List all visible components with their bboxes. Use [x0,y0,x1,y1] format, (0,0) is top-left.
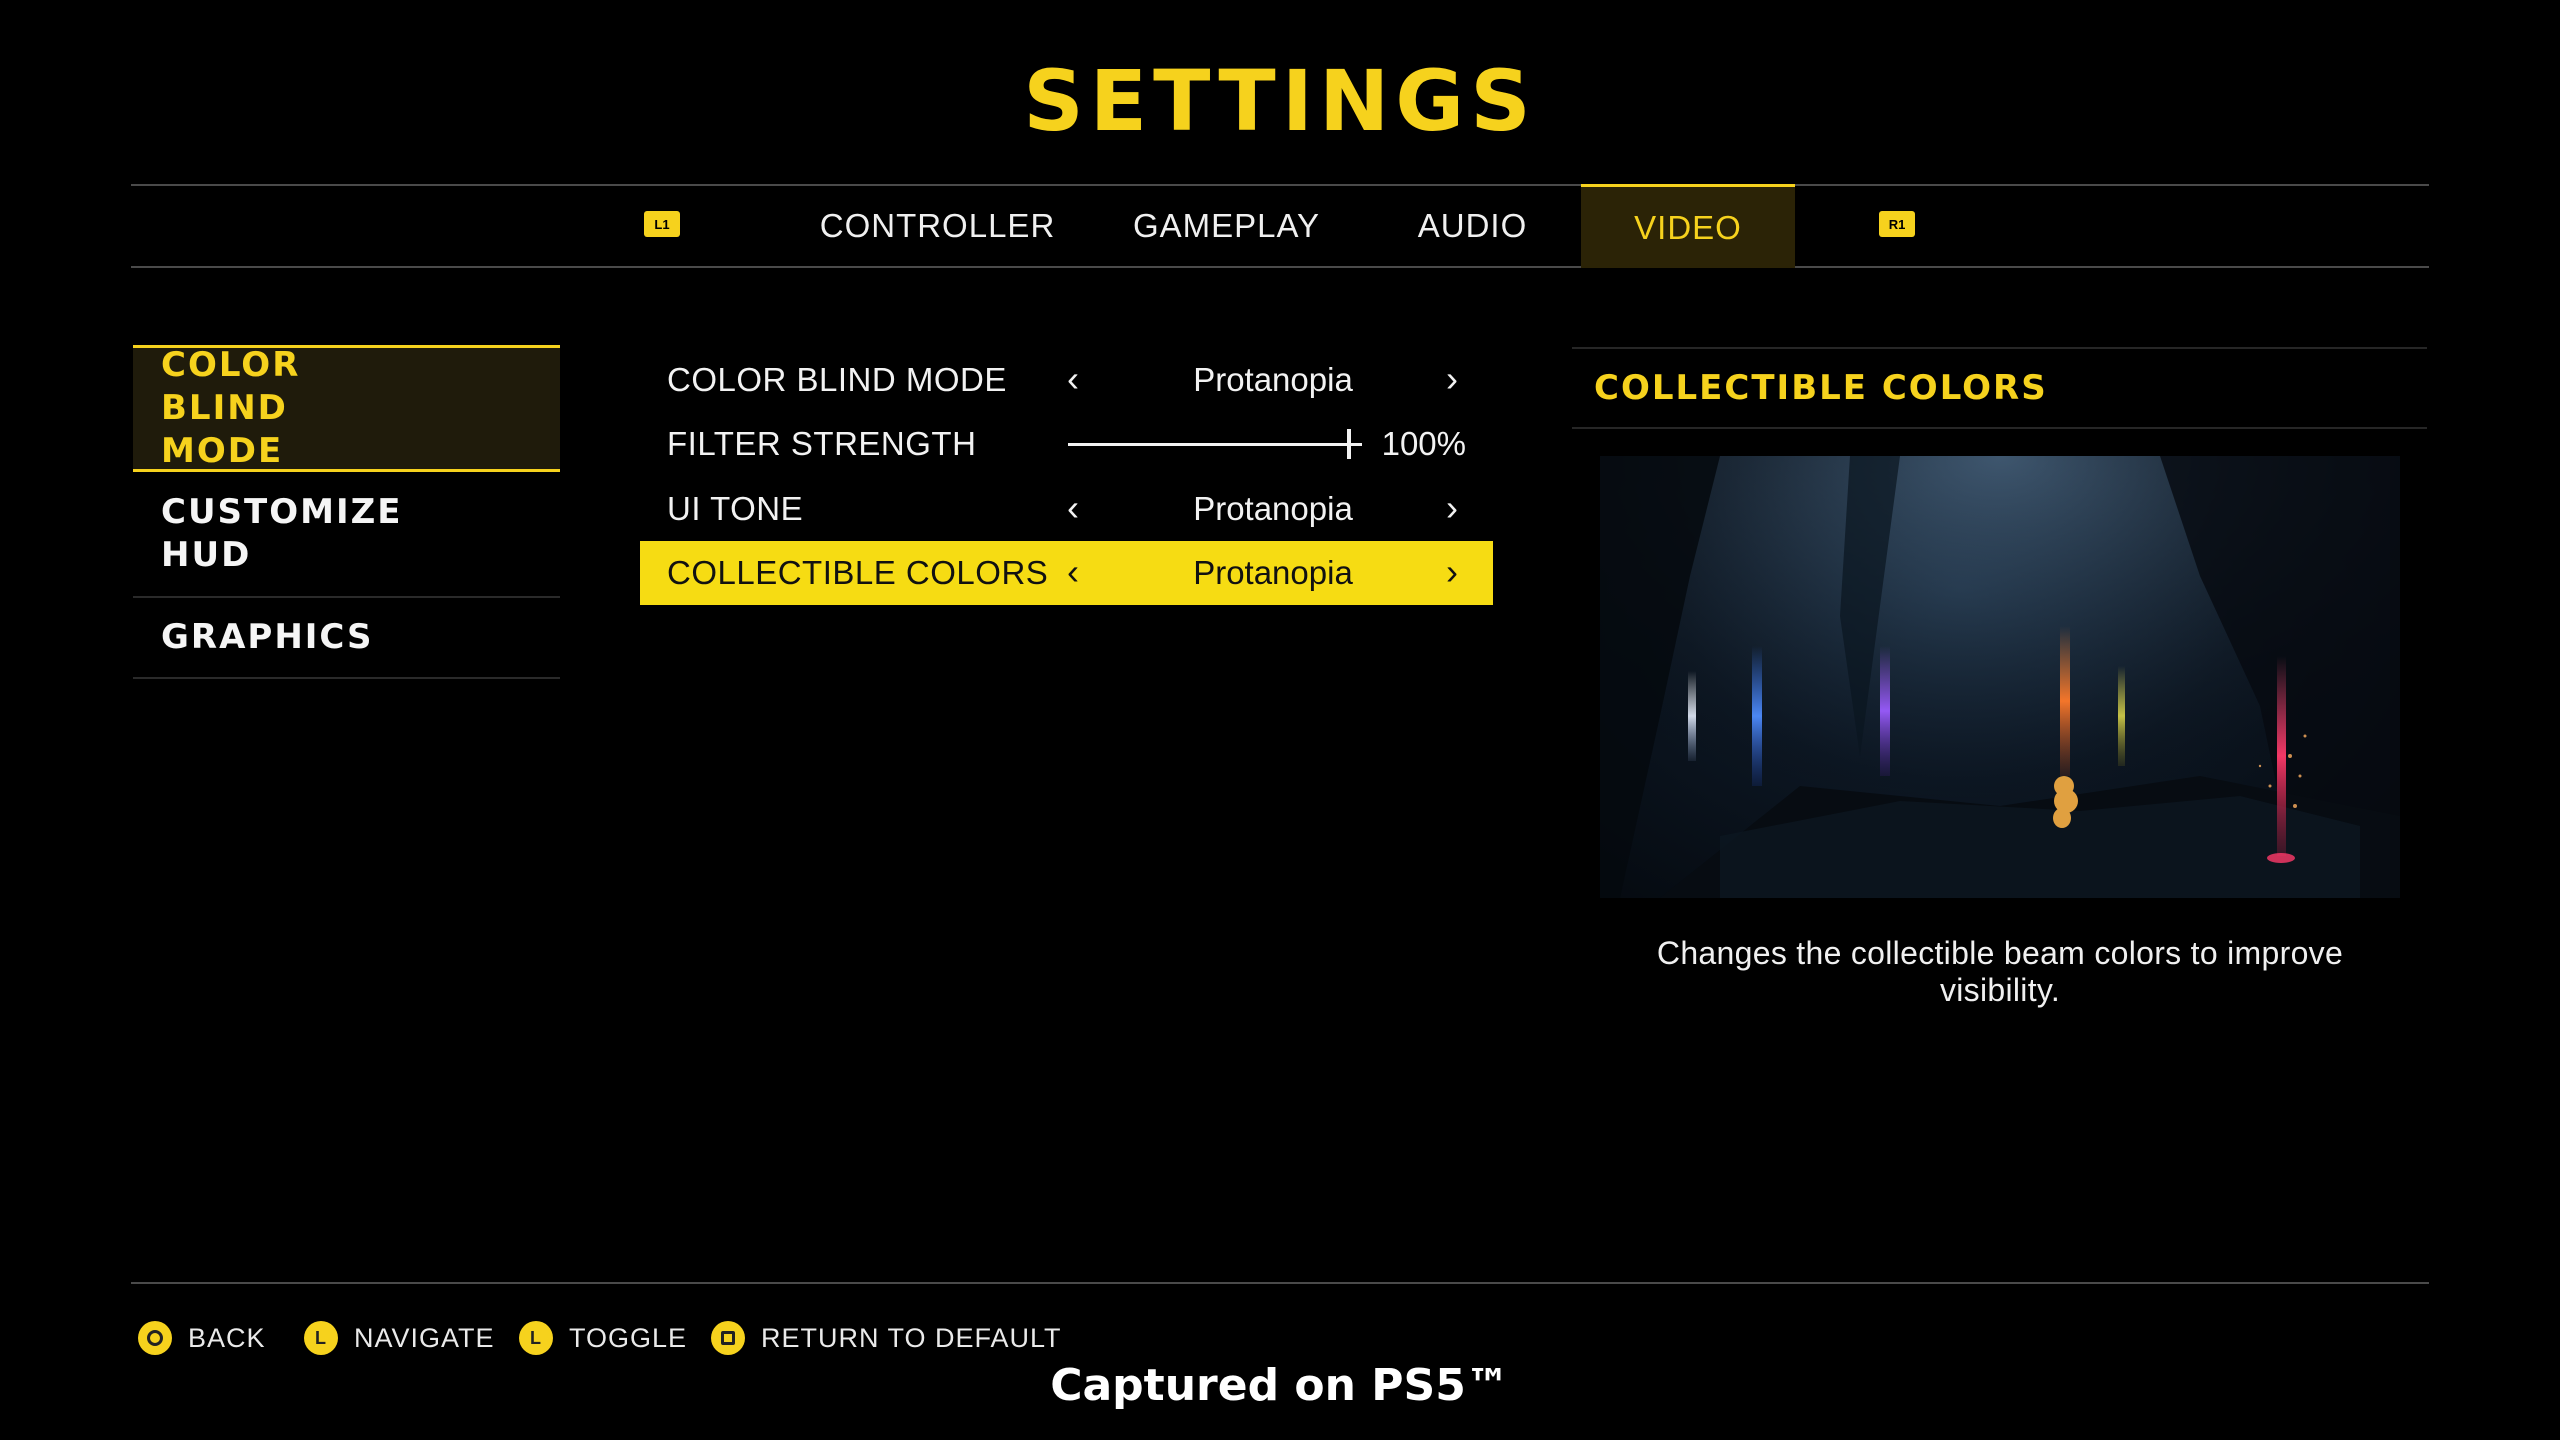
preview-description: Changes the collectible beam colors to i… [1656,935,2344,1008]
circle-button-icon [138,1321,172,1355]
option-ui-tone[interactable]: UI TONE ‹ Protanopia › [640,477,1493,541]
sidebar-item-graphics[interactable]: GRAPHICS [133,598,560,679]
sidebar-item-color-blind-mode[interactable]: COLOR BLIND MODE [133,345,560,472]
chevron-left-icon[interactable]: ‹ [1067,358,1079,400]
option-color-blind-mode[interactable]: COLOR BLIND MODE ‹ Protanopia › [640,348,1493,412]
option-value: Protanopia [1193,490,1353,527]
preview-image [1600,456,2400,898]
option-value: 100% [1381,425,1466,462]
tab-gameplay[interactable]: GAMEPLAY [1113,184,1340,268]
hint-back[interactable]: BACK [138,1318,266,1358]
chevron-left-icon[interactable]: ‹ [1067,487,1079,529]
sidebar-item-customize-hud[interactable]: CUSTOMIZE HUD [133,472,560,598]
chevron-right-icon[interactable]: › [1446,358,1458,400]
page-title: SETTINGS [1023,52,1537,150]
option-label: COLLECTIBLE COLORS [667,554,1049,591]
option-value: Protanopia [1193,361,1353,398]
left-stick-icon: L [304,1321,338,1355]
hint-toggle[interactable]: L TOGGLE [519,1318,687,1358]
slider-handle[interactable] [1347,429,1351,459]
sidebar-item-label: COLOR BLIND MODE [161,345,301,471]
hint-label: TOGGLE [569,1322,688,1353]
tab-video[interactable]: VIDEO [1581,184,1795,268]
hint-label: BACK [188,1322,266,1353]
option-label: COLOR BLIND MODE [667,361,1007,398]
left-stick-icon: L [519,1321,553,1355]
square-button-icon [711,1321,745,1355]
collectible-beams-illustration [1600,456,2400,898]
hint-return-to-default[interactable]: RETURN TO DEFAULT [711,1318,1062,1358]
option-label: FILTER STRENGTH [667,425,977,462]
hint-label: RETURN TO DEFAULT [761,1322,1062,1353]
filter-strength-slider[interactable] [1068,443,1362,446]
option-label: UI TONE [667,490,804,527]
sidebar-item-label: CUSTOMIZE HUD [161,492,403,575]
footer-divider [131,1282,2429,1284]
chevron-right-icon[interactable]: › [1446,551,1458,593]
option-collectible-colors[interactable]: COLLECTIBLE COLORS ‹ Protanopia › [640,541,1493,605]
option-value: Protanopia [1193,554,1353,591]
hint-label: NAVIGATE [354,1322,495,1353]
r1-shoulder-icon[interactable]: R1 [1879,211,1915,237]
l1-shoulder-icon[interactable]: L1 [644,211,680,237]
tab-controller[interactable]: CONTROLLER [820,184,1055,268]
sidebar-item-label: GRAPHICS [161,617,374,657]
option-filter-strength[interactable]: FILTER STRENGTH 100% [640,412,1493,476]
tab-audio[interactable]: AUDIO [1400,184,1545,268]
preview-heading: COLLECTIBLE COLORS [1572,347,2427,429]
capture-watermark: Captured on PS5™ [1050,1360,1510,1411]
chevron-right-icon[interactable]: › [1446,487,1458,529]
hint-navigate[interactable]: L NAVIGATE [304,1318,495,1358]
chevron-left-icon[interactable]: ‹ [1067,551,1079,593]
